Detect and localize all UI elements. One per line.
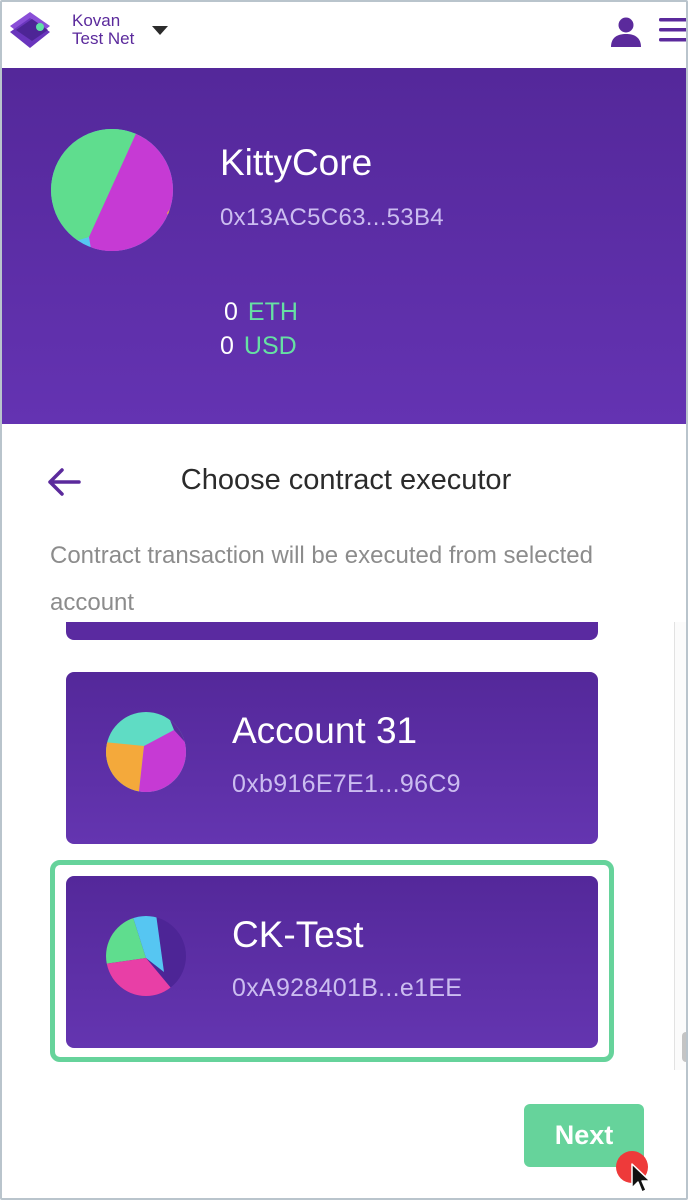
contract-header: KittyCore 0x13AC5C63...53B4 0 ETH 0 USD	[2, 68, 686, 424]
network-name-line2: Test Net	[72, 29, 135, 48]
account-address: 0xb916E7E1...96C9	[232, 770, 461, 798]
network-name-line1: Kovan	[72, 11, 121, 30]
list-scrollbar-thumb[interactable]	[682, 1032, 686, 1062]
section-title: Choose contract executor	[180, 464, 512, 496]
list-scrollbar-track[interactable]	[674, 622, 686, 1070]
account-identicon	[106, 712, 186, 792]
account-name: Account 31	[232, 710, 418, 751]
balance-eth-amount: 0	[224, 298, 238, 326]
account-address: 0xA928401B...e1EE	[232, 974, 463, 1002]
network-name[interactable]: Kovan Test Net	[72, 12, 134, 48]
account-name: CK-Test	[232, 914, 364, 955]
contract-name: KittyCore	[220, 142, 373, 183]
mouse-pointer-icon	[631, 1163, 651, 1193]
account-card-selected[interactable]: CK-Test 0xA928401B...e1EE	[66, 876, 598, 1048]
section-description: Contract transaction will be executed fr…	[50, 542, 593, 616]
balance-eth-unit: ETH	[247, 298, 298, 326]
account-list[interactable]: Account 31 0xb916E7E1...96C9 CK-Test 0xA…	[2, 622, 686, 1070]
arrow-left-icon[interactable]	[46, 466, 82, 498]
account-card-partial[interactable]	[66, 622, 598, 640]
balance-usd-unit: USD	[243, 332, 297, 360]
account-card[interactable]: Account 31 0xb916E7E1...96C9	[66, 672, 598, 844]
top-bar: Kovan Test Net	[2, 2, 687, 68]
wallet-logo-icon[interactable]	[6, 8, 56, 54]
user-icon[interactable]	[608, 16, 644, 48]
app-window: Kovan Test Net KittyCore 0x13AC5C63...53…	[0, 0, 688, 1200]
account-identicon	[106, 916, 186, 996]
balance-eth: 0 ETH	[224, 298, 298, 327]
hamburger-menu-icon[interactable]	[657, 16, 687, 44]
contract-identicon	[51, 129, 173, 251]
balance-usd: 0 USD	[220, 332, 297, 361]
balance-usd-amount: 0	[220, 332, 234, 360]
contract-address[interactable]: 0x13AC5C63...53B4	[220, 204, 444, 232]
caret-down-icon[interactable]	[152, 26, 168, 35]
